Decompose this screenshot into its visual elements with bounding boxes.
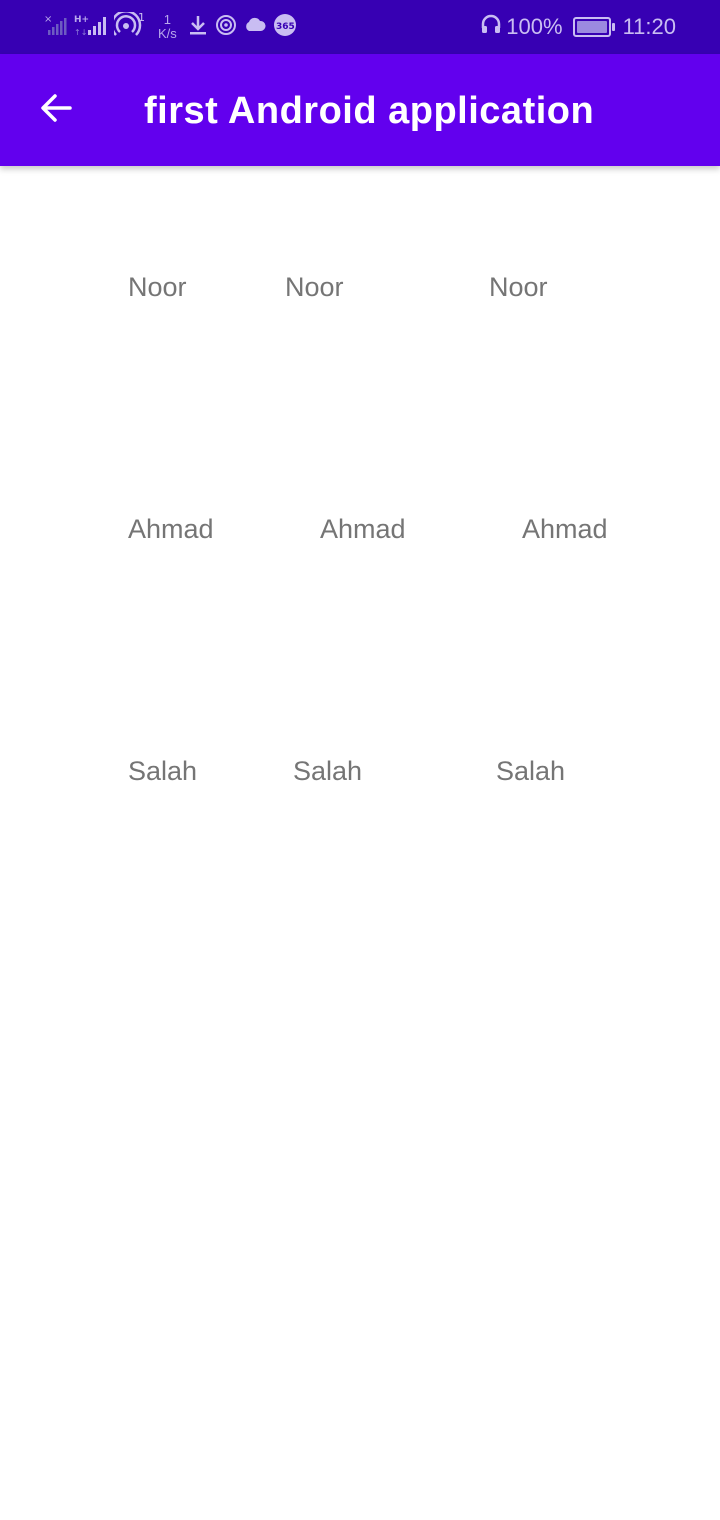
grid-cell-ahmad-1: Ahmad <box>128 514 214 544</box>
grid-cell-salah-1: Salah <box>128 756 198 786</box>
svg-text:H+: H+ <box>74 15 89 25</box>
app-screen: × H+ ↑↓ 1 1 K/s 365 100% 11:20 first And… <box>0 0 720 1520</box>
grid-cell-noor-1: Noor <box>128 272 187 302</box>
download-icon <box>187 13 209 42</box>
network-speed: 1 K/s <box>158 13 177 41</box>
no-sim-signal-icon: × <box>44 13 68 42</box>
grid-cell-ahmad-2: Ahmad <box>320 514 406 544</box>
status-bar: × H+ ↑↓ 1 1 K/s 365 100% 11:20 <box>0 0 720 54</box>
network-speed-unit: K/s <box>158 26 177 41</box>
app-365-icon: 365 <box>273 13 297 42</box>
cloud-icon <box>243 13 267 42</box>
wifi-calling-icon <box>215 13 237 42</box>
app-bar: first Android application <box>0 54 720 166</box>
back-button[interactable] <box>24 82 88 138</box>
battery-level <box>576 21 607 33</box>
headphones-icon <box>480 12 502 42</box>
svg-text:1: 1 <box>138 12 145 24</box>
network-speed-value: 1 <box>163 12 172 27</box>
status-time: 11:20 <box>622 14 676 39</box>
status-right-icons: 100% 11:20 <box>480 10 676 44</box>
grid-cell-ahmad-3: Ahmad <box>522 514 608 544</box>
svg-text:×: × <box>44 14 52 25</box>
battery-percent: 100% <box>506 14 563 39</box>
grid-cell-noor-3: Noor <box>489 272 548 302</box>
grid-cell-salah-3: Salah <box>496 756 566 786</box>
arrow-back-icon <box>38 90 74 131</box>
svg-text:365: 365 <box>276 22 295 32</box>
app-title: first Android application <box>144 90 595 132</box>
svg-text:↑↓: ↑↓ <box>74 28 87 37</box>
grid-cell-noor-2: Noor <box>285 272 344 302</box>
status-left-icons: × H+ ↑↓ 1 1 K/s 365 <box>44 9 297 44</box>
grid-cell-salah-2: Salah <box>293 756 363 786</box>
battery-charging-icon <box>572 17 615 37</box>
hotspot-icon: 1 <box>110 9 148 43</box>
hplus-signal-icon: H+ ↑↓ <box>74 13 108 42</box>
